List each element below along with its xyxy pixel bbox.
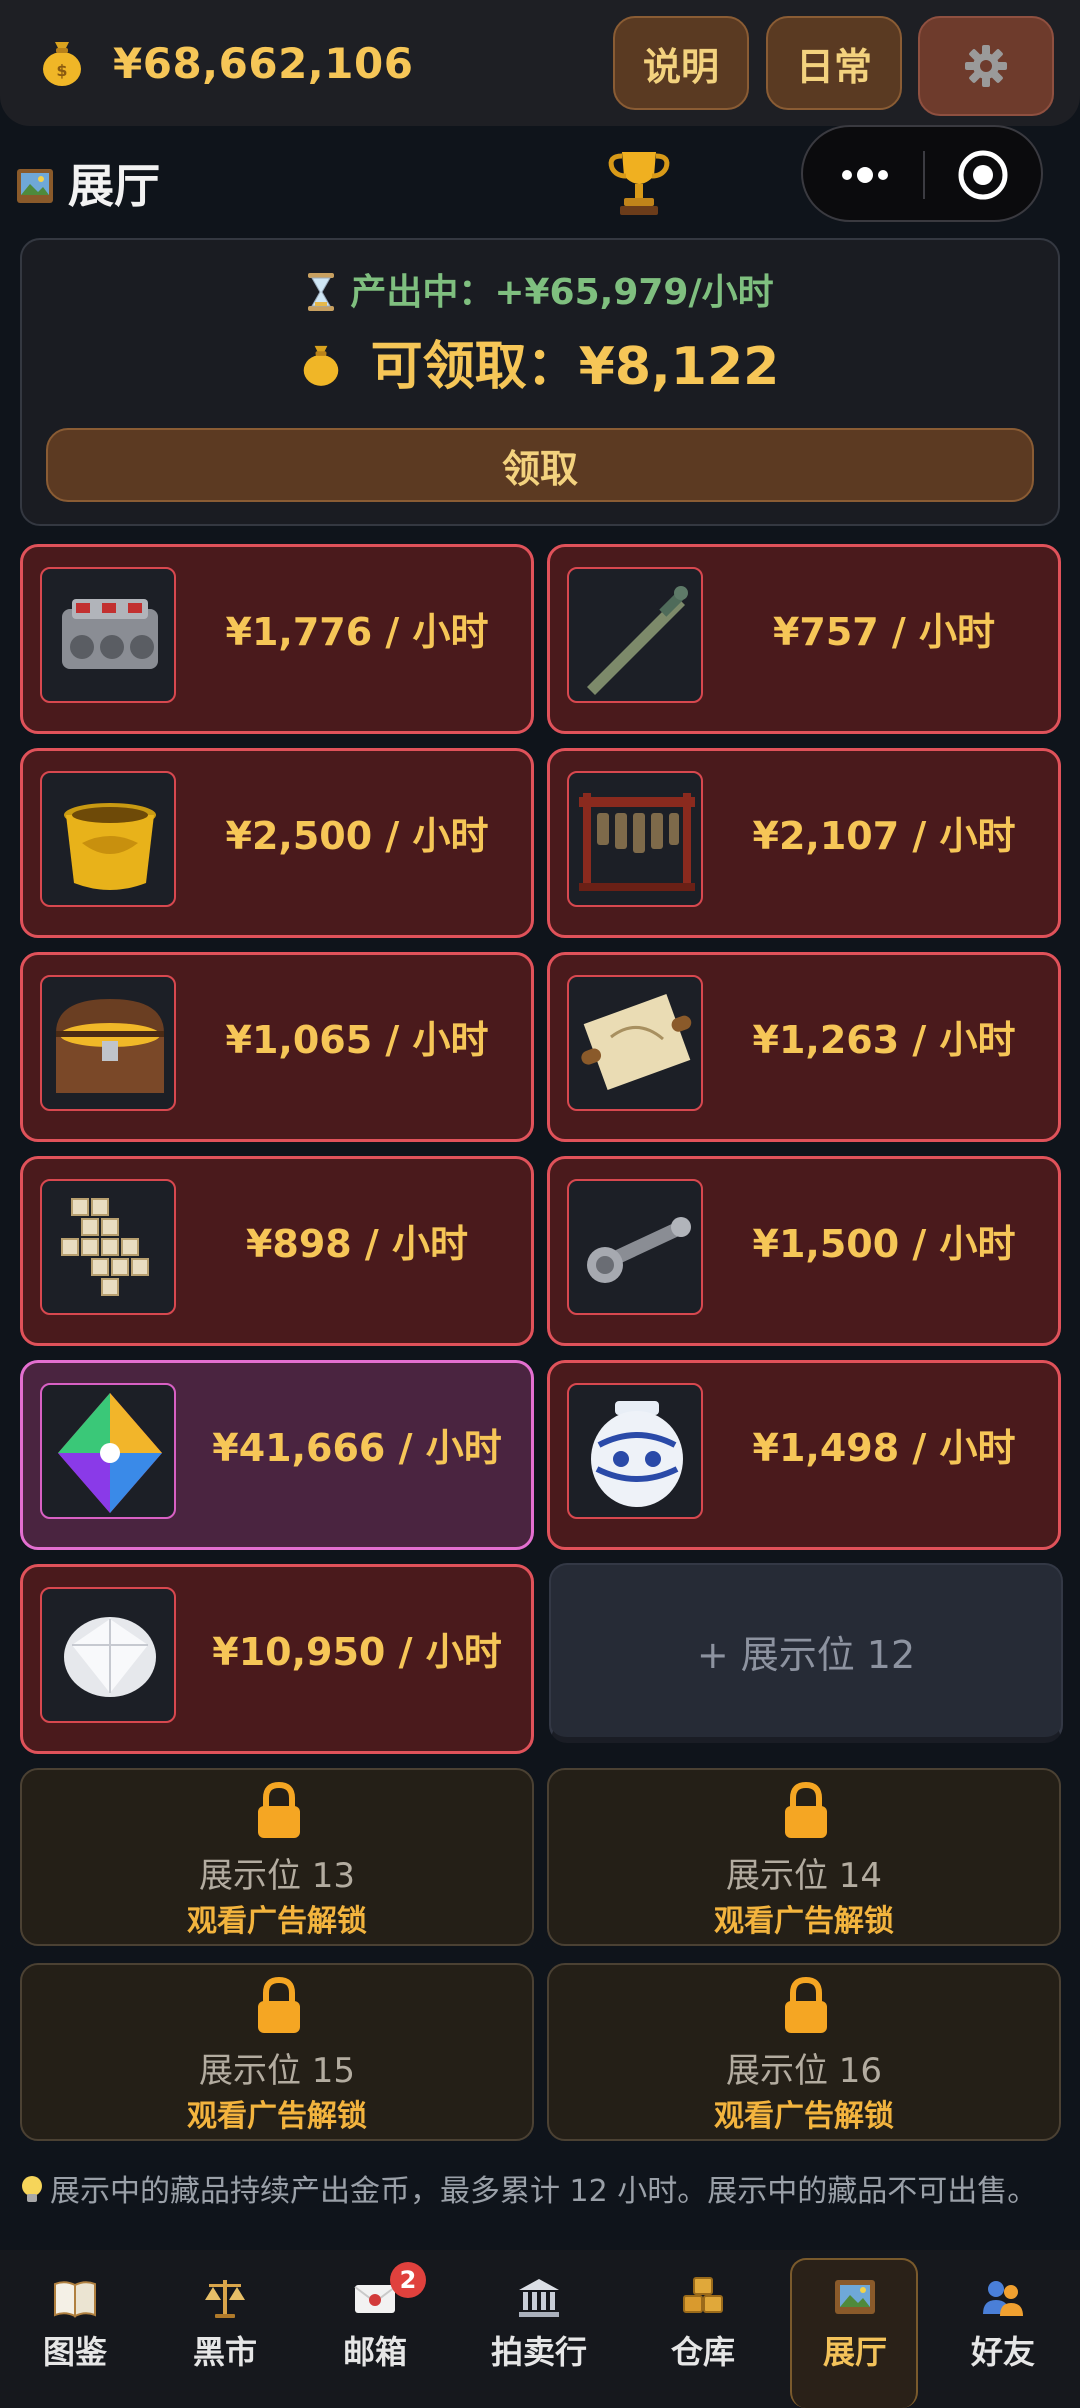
crates-icon xyxy=(683,2277,723,2313)
display-slot-7[interactable]: ¥898 / 小时 xyxy=(20,1156,534,1346)
locked-slot-14[interactable]: 展示位 14 观看广告解锁 xyxy=(547,1768,1061,1946)
svg-text:$: $ xyxy=(56,61,67,80)
lock-icon xyxy=(258,1782,300,1838)
scroll-icon xyxy=(567,975,703,1111)
income-rate: ¥2,500 / 小时 xyxy=(225,814,489,858)
top-bar: $ ¥68,662,106 说明 日常 xyxy=(0,0,1080,126)
display-slot-9[interactable]: ¥41,666 / 小时 xyxy=(20,1360,534,1550)
close-target-icon[interactable] xyxy=(957,149,1009,201)
diamond-icon xyxy=(40,1587,176,1723)
income-rate: ¥1,498 / 小时 xyxy=(752,1426,1016,1470)
info-tip: 展示中的藏品持续产出金币，最多累计 12 小时。展示中的藏品不可出售。 xyxy=(20,2164,1060,2220)
lightbulb-icon xyxy=(22,2176,42,2202)
nav-label: 黑市 xyxy=(192,2333,257,2371)
locked-slot-13[interactable]: 展示位 13 观看广告解锁 xyxy=(20,1768,534,1946)
nav-item-mailbox[interactable]: 2 邮箱 xyxy=(310,2250,440,2408)
unread-badge: 2 xyxy=(390,2262,426,2298)
income-rate: ¥757 / 小时 xyxy=(772,610,996,654)
locked-slot-15[interactable]: 展示位 15 观看广告解锁 xyxy=(20,1963,534,2141)
hourglass-icon xyxy=(308,273,335,311)
money-bag-icon xyxy=(303,345,338,386)
nav-item-friends[interactable]: 好友 xyxy=(938,2250,1068,2408)
display-slot-1[interactable]: ¥1,776 / 小时 xyxy=(20,544,534,734)
locked-slot-16[interactable]: 展示位 16 观看广告解锁 xyxy=(547,1963,1061,2141)
watch-ad-unlock[interactable]: 观看广告解锁 xyxy=(22,1904,532,1940)
income-rate: ¥1,500 / 小时 xyxy=(752,1222,1016,1266)
treasure-chest-icon xyxy=(40,975,176,1111)
bank-icon xyxy=(519,2279,559,2317)
lock-icon xyxy=(785,1782,827,1838)
display-slot-4[interactable]: ¥2,107 / 小时 xyxy=(547,748,1061,938)
lock-icon xyxy=(785,1977,827,2033)
nav-label: 展厅 xyxy=(822,2333,887,2371)
producing-rate: 产出中：+¥65,979/小时 xyxy=(350,272,774,313)
nav-label: 拍卖行 xyxy=(490,2333,587,2371)
framed-picture-icon xyxy=(17,169,53,203)
lock-icon xyxy=(258,1977,300,2033)
income-rate: ¥1,065 / 小时 xyxy=(225,1018,489,1062)
display-slot-6[interactable]: ¥1,263 / 小时 xyxy=(547,952,1061,1142)
chime-bells-icon xyxy=(567,771,703,907)
watch-ad-unlock[interactable]: 观看广告解锁 xyxy=(549,2099,1059,2135)
producing-row: 产出中：+¥65,979/小时 xyxy=(22,270,1058,316)
page-title: 展厅 xyxy=(68,159,160,213)
nav-item-auction[interactable]: 拍卖行 xyxy=(474,2250,604,2408)
nav-label: 好友 xyxy=(970,2333,1035,2371)
income-rate: ¥1,776 / 小时 xyxy=(225,610,489,654)
income-rate: ¥898 / 小时 xyxy=(245,1222,469,1266)
watch-ad-unlock[interactable]: 观看广告解锁 xyxy=(22,2099,532,2135)
nav-item-warehouse[interactable]: 仓库 xyxy=(638,2250,768,2408)
nav-item-gallery[interactable]: 展厅 xyxy=(790,2250,920,2408)
display-slot-11[interactable]: ¥10,950 / 小时 xyxy=(20,1564,534,1754)
nav-label: 图鉴 xyxy=(42,2333,107,2371)
display-slot-2[interactable]: ¥757 / 小时 xyxy=(547,544,1061,734)
income-rate: ¥1,263 / 小时 xyxy=(752,1018,1016,1062)
watch-ad-unlock[interactable]: 观看广告解锁 xyxy=(549,1904,1059,1940)
locked-slot-name: 展示位 14 xyxy=(725,1856,883,1896)
income-rate: ¥2,107 / 小时 xyxy=(752,814,1016,858)
daily-button[interactable]: 日常 xyxy=(766,16,902,110)
tip-text: 展示中的藏品持续产出金币，最多累计 12 小时。展示中的藏品不可出售。 xyxy=(50,2174,1038,2209)
locked-slot-name: 展示位 13 xyxy=(198,1856,356,1896)
display-slot-5[interactable]: ¥1,065 / 小时 xyxy=(20,952,534,1142)
display-slot-3[interactable]: ¥2,500 / 小时 xyxy=(20,748,534,938)
friends-icon xyxy=(983,2281,1023,2316)
money-balance: ¥68,662,106 xyxy=(113,39,414,88)
nav-label: 邮箱 xyxy=(342,2333,407,2371)
nav-item-catalog[interactable]: 图鉴 xyxy=(10,2250,140,2408)
empty-display-slot[interactable]: + 展示位 12 xyxy=(549,1563,1063,1743)
help-button[interactable]: 说明 xyxy=(613,16,749,110)
nav-item-black-market[interactable]: 黑市 xyxy=(160,2250,290,2408)
claimable-row: 可领取：¥8,122 xyxy=(22,334,1058,400)
engine-icon xyxy=(40,567,176,703)
production-panel: 产出中：+¥65,979/小时 可领取：¥8,122 领取 xyxy=(20,238,1060,526)
scale-icon xyxy=(205,2280,245,2318)
rainbow-gem-icon xyxy=(40,1383,176,1519)
miniprogram-capsule xyxy=(801,125,1043,222)
display-slot-10[interactable]: ¥1,498 / 小时 xyxy=(547,1360,1061,1550)
settings-button[interactable] xyxy=(918,16,1054,116)
money-bag-icon: $ xyxy=(43,42,81,86)
locked-slot-name: 展示位 16 xyxy=(725,2051,883,2091)
more-dots-icon[interactable] xyxy=(835,157,895,193)
nav-label: 仓库 xyxy=(670,2333,735,2371)
book-icon xyxy=(54,2281,96,2318)
gear-icon xyxy=(965,45,1007,87)
income-rate: ¥10,950 / 小时 xyxy=(212,1630,502,1674)
bottom-navigation: 图鉴 黑市 2 邮箱 拍卖行 仓库 展厅 好友 xyxy=(0,2250,1080,2408)
display-slot-8[interactable]: ¥1,500 / 小时 xyxy=(547,1156,1061,1346)
capsule-divider xyxy=(923,151,925,199)
scepter-icon xyxy=(567,1179,703,1315)
income-rate: ¥41,666 / 小时 xyxy=(212,1426,502,1470)
claimable-amount: 可领取：¥8,122 xyxy=(370,337,780,397)
golden-pot-icon xyxy=(40,771,176,907)
porcelain-jar-icon xyxy=(567,1383,703,1519)
locked-slot-name: 展示位 15 xyxy=(198,2051,356,2091)
sword-icon xyxy=(567,567,703,703)
gallery-icon xyxy=(835,2280,875,2314)
jade-suit-icon xyxy=(40,1179,176,1315)
trophy-icon[interactable] xyxy=(604,146,674,218)
claim-button[interactable]: 领取 xyxy=(46,428,1034,502)
